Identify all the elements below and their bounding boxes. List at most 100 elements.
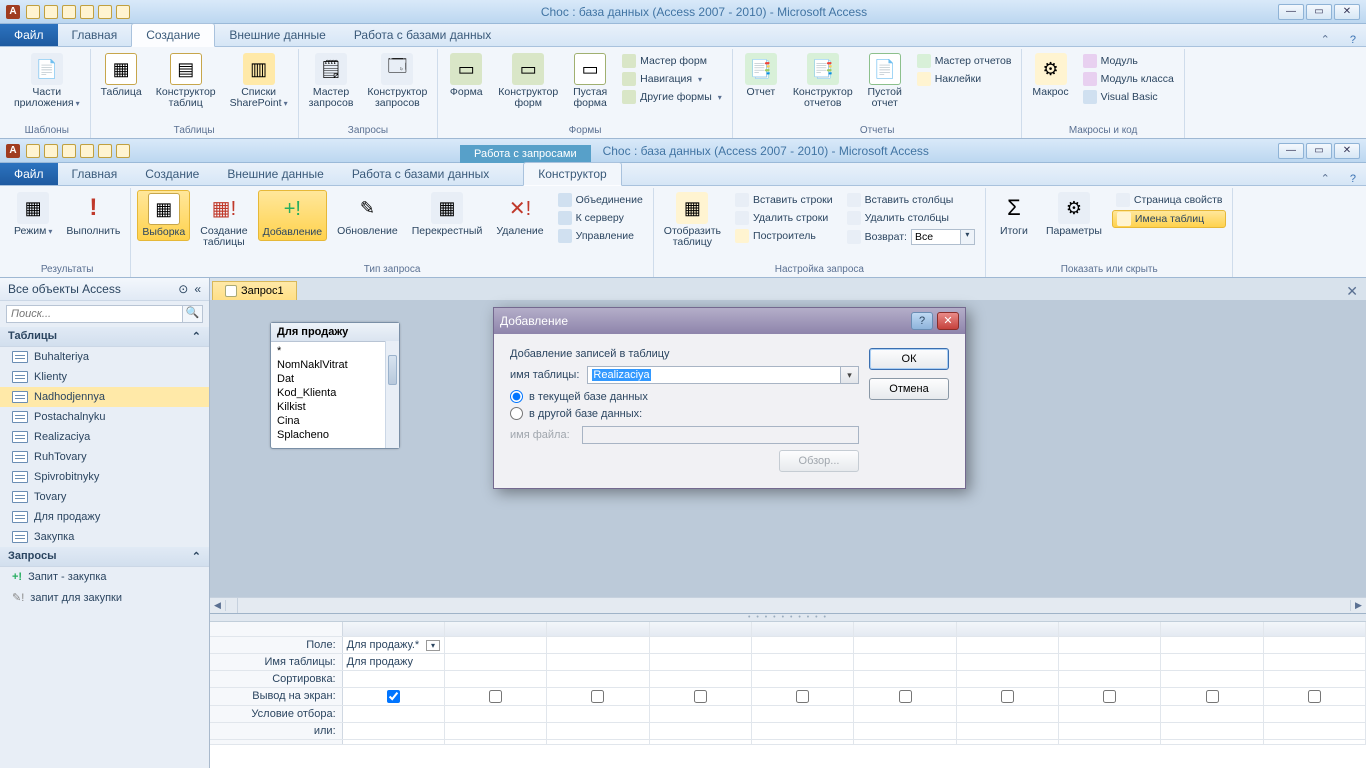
tab-external[interactable]: Внешние данные xyxy=(213,163,338,185)
minimize-button[interactable]: — xyxy=(1278,143,1304,159)
grid-cell[interactable] xyxy=(547,637,649,653)
grid-cell[interactable] xyxy=(752,723,854,739)
tab-create[interactable]: Создание xyxy=(131,163,213,185)
table-designer-button[interactable]: ▤Конструктортаблиц xyxy=(152,51,220,111)
grid-cell[interactable] xyxy=(547,671,649,687)
totals-button[interactable]: ΣИтоги xyxy=(992,190,1036,239)
append-query-button[interactable]: +!Добавление xyxy=(258,190,328,241)
grid-cell[interactable] xyxy=(650,740,752,744)
grid-cell[interactable] xyxy=(957,740,1059,744)
grid-cell[interactable] xyxy=(547,654,649,670)
queries-section-header[interactable]: Запросы⌃ xyxy=(0,547,209,567)
grid-cell[interactable] xyxy=(854,706,956,722)
show-checkbox[interactable] xyxy=(1103,690,1116,703)
show-checkbox[interactable] xyxy=(694,690,707,703)
nav-search[interactable]: 🔍 xyxy=(6,305,203,323)
grid-cell[interactable] xyxy=(957,723,1059,739)
show-checkbox[interactable] xyxy=(489,690,502,703)
dialog-titlebar[interactable]: Добавление ? ✕ xyxy=(494,308,965,334)
radio-other-input[interactable] xyxy=(510,407,523,420)
grid-cell[interactable] xyxy=(1059,723,1161,739)
grid-cell[interactable] xyxy=(854,723,956,739)
sidebar-table-item[interactable]: Klienty xyxy=(0,367,209,387)
grid-cell[interactable] xyxy=(1059,740,1161,744)
grid-cell[interactable] xyxy=(752,637,854,653)
grid-cell[interactable] xyxy=(1161,671,1263,687)
chevron-down-icon[interactable]: ▾ xyxy=(961,229,975,245)
restore-button[interactable]: ▭ xyxy=(1306,143,1332,159)
tab-home[interactable]: Главная xyxy=(58,163,132,185)
field-list-item[interactable]: NomNaklVitrat xyxy=(277,358,393,372)
form-wizard-button[interactable]: Мастер форм xyxy=(618,53,726,69)
field-list-item[interactable]: Splacheno xyxy=(277,428,393,442)
grid-cell[interactable] xyxy=(1264,671,1366,687)
search-input[interactable] xyxy=(6,305,183,323)
file-tab[interactable]: Файл xyxy=(0,24,58,46)
other-forms-button[interactable]: Другие формы xyxy=(618,89,726,105)
chevron-down-icon[interactable]: ▾ xyxy=(841,366,859,384)
grid-cell[interactable] xyxy=(445,723,547,739)
grid-cell[interactable] xyxy=(650,637,752,653)
grid-cell[interactable] xyxy=(1264,740,1366,744)
grid-cell[interactable] xyxy=(1264,637,1366,653)
table-button[interactable]: ▦Таблица xyxy=(97,51,146,100)
delete-rows-button[interactable]: Удалить строки xyxy=(731,210,837,226)
qat-save-icon[interactable] xyxy=(26,144,40,158)
grid-cell[interactable] xyxy=(854,740,956,744)
table-names-button[interactable]: Имена таблиц xyxy=(1112,210,1227,228)
show-checkbox[interactable] xyxy=(899,690,912,703)
search-icon[interactable]: 🔍 xyxy=(183,305,203,323)
field-list-item[interactable]: Kilkist xyxy=(277,400,393,414)
datadef-query-button[interactable]: Управление xyxy=(554,228,647,244)
grid-cell[interactable] xyxy=(752,688,854,705)
return-combo[interactable]: Возврат: ▾ xyxy=(843,228,979,246)
show-checkbox[interactable] xyxy=(591,690,604,703)
labels-button[interactable]: Наклейки xyxy=(913,71,1016,87)
radio-other-db[interactable]: в другой базе данных: xyxy=(510,407,859,420)
form-button[interactable]: ▭Форма xyxy=(444,51,488,100)
nav-pane-header[interactable]: Все объекты Access ⊙« xyxy=(0,278,209,301)
grid-cell[interactable] xyxy=(547,740,649,744)
tab-external[interactable]: Внешние данные xyxy=(215,24,340,46)
help-icon[interactable]: ? xyxy=(1340,34,1366,46)
grid-cell-field[interactable]: Для продажу.*▾ xyxy=(343,637,445,653)
sharepoint-lists-button[interactable]: ▥СпискиSharePoint xyxy=(226,51,292,111)
return-input[interactable] xyxy=(911,229,961,245)
insert-rows-button[interactable]: Вставить строки xyxy=(731,192,837,208)
field-list-item[interactable]: Cina xyxy=(277,414,393,428)
grid-cell[interactable] xyxy=(547,706,649,722)
qat-icon[interactable] xyxy=(98,144,112,158)
grid-cell[interactable] xyxy=(957,706,1059,722)
dialog-close-button[interactable]: ✕ xyxy=(937,312,959,330)
sidebar-table-item[interactable]: RuhTovary xyxy=(0,447,209,467)
grid-cell[interactable] xyxy=(1161,637,1263,653)
qat-icon[interactable] xyxy=(80,5,94,19)
grid-cell[interactable] xyxy=(445,671,547,687)
chevron-down-icon[interactable]: ⊙« xyxy=(178,282,201,296)
insert-cols-button[interactable]: Вставить столбцы xyxy=(843,192,979,208)
tab-create[interactable]: Создание xyxy=(131,23,215,47)
macro-button[interactable]: ⚙Макрос xyxy=(1028,51,1072,100)
grid-cell[interactable] xyxy=(957,637,1059,653)
qat-icon[interactable] xyxy=(116,144,130,158)
grid-cell[interactable] xyxy=(1161,688,1263,705)
qat-icon[interactable] xyxy=(98,5,112,19)
grid-cell[interactable] xyxy=(854,671,956,687)
scrollbar-thumb[interactable] xyxy=(388,355,397,385)
qat-icon[interactable] xyxy=(80,144,94,158)
grid-cell[interactable] xyxy=(1264,688,1366,705)
report-wizard-button[interactable]: Мастер отчетов xyxy=(913,53,1016,69)
show-checkbox[interactable] xyxy=(387,690,400,703)
show-checkbox[interactable] xyxy=(1001,690,1014,703)
passthrough-query-button[interactable]: К серверу xyxy=(554,210,647,226)
restore-button[interactable]: ▭ xyxy=(1306,4,1332,20)
app-parts-button[interactable]: 📄Частиприложения xyxy=(10,51,84,111)
grid-cell[interactable] xyxy=(1161,740,1263,744)
qat-save-icon[interactable] xyxy=(26,5,40,19)
grid-cell[interactable] xyxy=(752,706,854,722)
grid-cell[interactable] xyxy=(445,688,547,705)
tables-section-header[interactable]: Таблицы⌃ xyxy=(0,327,209,347)
minimize-button[interactable]: — xyxy=(1278,4,1304,20)
dialog-help-button[interactable]: ? xyxy=(911,312,933,330)
sidebar-query-item[interactable]: ✎!запит для закупки xyxy=(0,587,209,608)
